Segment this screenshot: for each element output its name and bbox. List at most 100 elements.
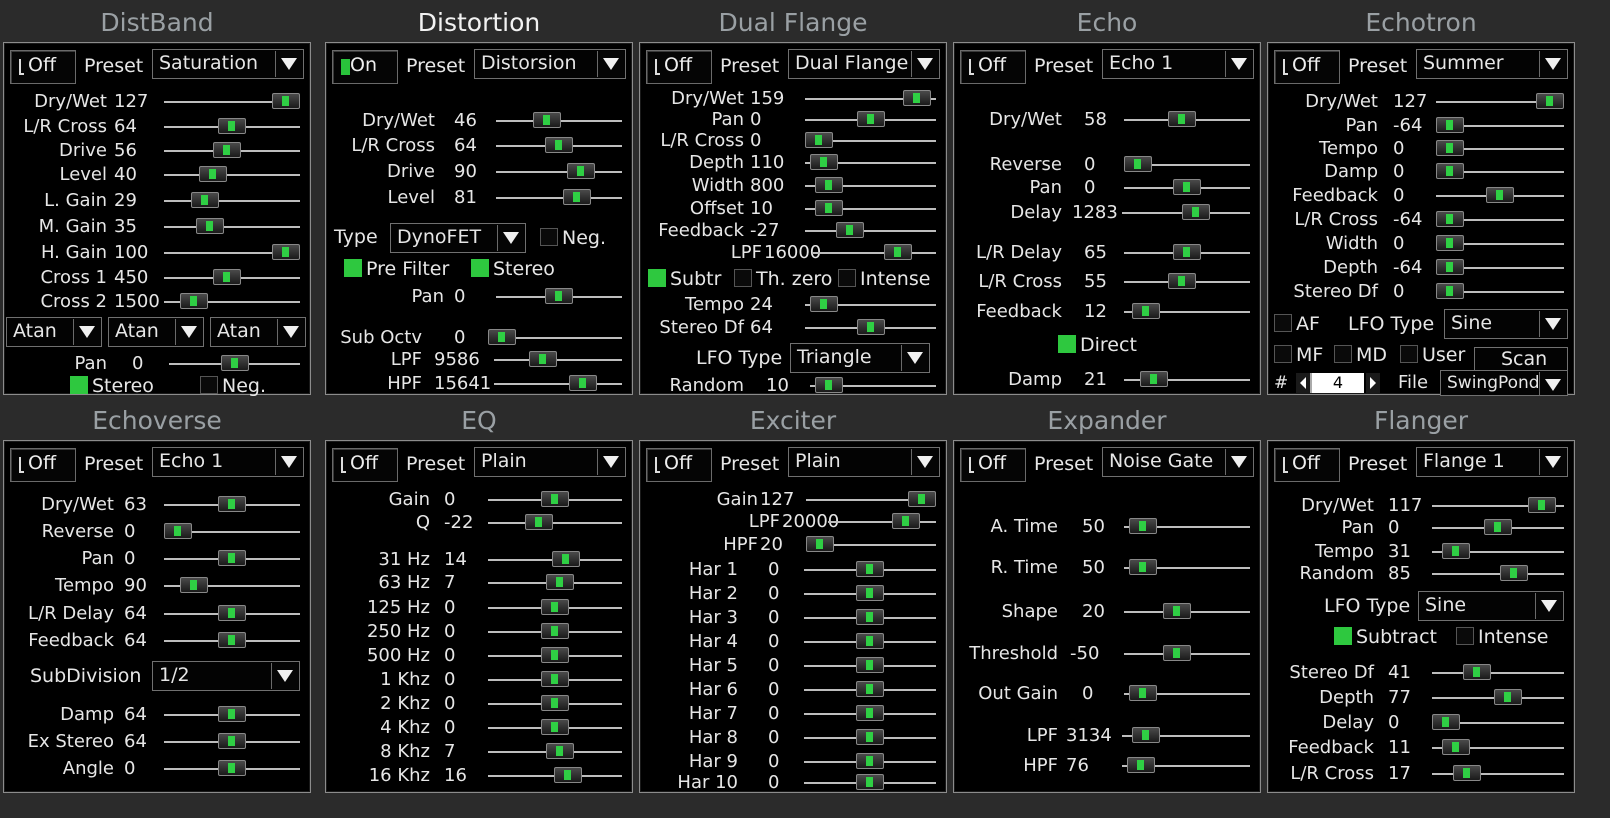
- slider-handle[interactable]: [1173, 179, 1201, 195]
- th-zero-checkbox-box[interactable]: [734, 269, 752, 287]
- slider-handle[interactable]: [1499, 565, 1528, 581]
- slider-handle[interactable]: [180, 577, 209, 593]
- preset-select[interactable]: Flange 1: [1416, 447, 1568, 477]
- slider-handle[interactable]: [218, 760, 246, 776]
- slider-handle[interactable]: [1128, 559, 1157, 575]
- slider-handle[interactable]: [856, 774, 884, 790]
- chevron-down-icon[interactable]: [275, 449, 302, 475]
- slider-handle[interactable]: [1128, 518, 1157, 534]
- slider-handle[interactable]: [220, 355, 249, 371]
- slider-track[interactable]: [494, 383, 622, 385]
- power-toggle-button[interactable]: Off: [332, 448, 398, 482]
- slider-handle[interactable]: [180, 293, 209, 309]
- slider-handle[interactable]: [1131, 303, 1160, 319]
- user-checkbox-box[interactable]: [1400, 345, 1418, 363]
- slider-handle[interactable]: [164, 523, 192, 539]
- slider-handle[interactable]: [198, 166, 227, 182]
- slider-handle[interactable]: [815, 200, 844, 216]
- slider-handle[interactable]: [551, 551, 580, 567]
- lfo-type-select[interactable]: Sine: [1418, 591, 1564, 621]
- slider-handle[interactable]: [856, 633, 884, 649]
- chevron-down-icon[interactable]: [497, 225, 524, 251]
- af-checkbox-box[interactable]: [1274, 314, 1292, 332]
- direct-checkbox-box[interactable]: [1058, 335, 1076, 353]
- slider-handle[interactable]: [856, 585, 884, 601]
- slider-handle[interactable]: [1163, 603, 1192, 619]
- slider-handle[interactable]: [856, 681, 884, 697]
- slider-handle[interactable]: [545, 288, 573, 304]
- slider-track[interactable]: [488, 522, 622, 524]
- slider-handle[interactable]: [1436, 211, 1464, 227]
- preset-select[interactable]: Dual Flange: [788, 49, 940, 79]
- slider-handle[interactable]: [856, 609, 884, 625]
- chevron-down-icon[interactable]: [1539, 372, 1566, 395]
- slider-handle[interactable]: [1484, 519, 1512, 535]
- power-toggle-button[interactable]: Off: [646, 448, 712, 482]
- slider-handle[interactable]: [1436, 140, 1464, 156]
- slider-handle[interactable]: [810, 154, 839, 170]
- md-checkbox-box[interactable]: [1334, 345, 1352, 363]
- slider-handle[interactable]: [566, 163, 595, 179]
- taps-value[interactable]: 4: [1312, 373, 1364, 393]
- slider-track[interactable]: [1432, 573, 1564, 575]
- slider-handle[interactable]: [805, 132, 833, 148]
- slider-handle[interactable]: [218, 118, 246, 134]
- slider-handle[interactable]: [1173, 244, 1201, 260]
- slider-handle[interactable]: [810, 296, 839, 312]
- preset-select[interactable]: Distorsion: [474, 49, 626, 79]
- slider-handle[interactable]: [1436, 259, 1464, 275]
- chevron-down-icon[interactable]: [901, 345, 928, 371]
- file-select[interactable]: SwingPond: [1440, 370, 1568, 396]
- slider-handle[interactable]: [1536, 93, 1564, 109]
- slider-handle[interactable]: [1432, 714, 1460, 730]
- scan-button[interactable]: Scan: [1474, 347, 1568, 371]
- lfo-type-select[interactable]: Sine: [1444, 309, 1568, 339]
- chevron-down-icon[interactable]: [597, 449, 624, 475]
- chevron-down-icon[interactable]: [1539, 449, 1566, 475]
- slider-handle[interactable]: [529, 351, 557, 367]
- slider-handle[interactable]: [553, 767, 582, 783]
- slider-handle[interactable]: [218, 550, 246, 566]
- slider-track[interactable]: [164, 200, 300, 202]
- slider-track[interactable]: [164, 174, 300, 176]
- stereo-checkbox-box[interactable]: [471, 259, 489, 277]
- slider-track[interactable]: [1432, 773, 1564, 775]
- slider-handle[interactable]: [1442, 739, 1471, 755]
- slider-track[interactable]: [496, 197, 622, 199]
- slider-handle[interactable]: [1168, 273, 1197, 289]
- chevron-down-icon[interactable]: [277, 319, 304, 345]
- chevron-down-icon[interactable]: [1225, 449, 1252, 475]
- slider-handle[interactable]: [1494, 689, 1523, 705]
- slider-handle[interactable]: [856, 657, 884, 673]
- slider-handle[interactable]: [902, 90, 931, 106]
- subtract-checkbox-box[interactable]: [1334, 627, 1352, 645]
- preset-select[interactable]: Summer: [1416, 49, 1568, 79]
- slider-handle[interactable]: [1139, 371, 1168, 387]
- slider-track[interactable]: [805, 230, 936, 232]
- slider-handle[interactable]: [856, 705, 884, 721]
- decrement-icon[interactable]: [1296, 373, 1312, 393]
- slider-handle[interactable]: [1452, 765, 1481, 781]
- slider-handle[interactable]: [1486, 187, 1514, 203]
- preset-select[interactable]: Echo 1: [152, 447, 304, 477]
- slider-handle[interactable]: [525, 514, 554, 530]
- chevron-down-icon[interactable]: [1539, 51, 1566, 77]
- neg-checkbox-box[interactable]: [200, 376, 218, 394]
- slider-handle[interactable]: [1463, 664, 1492, 680]
- slider-handle[interactable]: [218, 632, 246, 648]
- slider-handle[interactable]: [488, 329, 516, 345]
- slider-handle[interactable]: [908, 491, 936, 507]
- power-toggle-button[interactable]: Off: [1274, 50, 1340, 84]
- power-toggle-button[interactable]: Off: [960, 448, 1026, 482]
- slider-handle[interactable]: [546, 574, 575, 590]
- slider-handle[interactable]: [541, 647, 569, 663]
- slider-handle[interactable]: [1436, 117, 1464, 133]
- slider-track[interactable]: [494, 359, 622, 361]
- slider-handle[interactable]: [218, 605, 246, 621]
- slider-track[interactable]: [1432, 672, 1564, 674]
- preset-select[interactable]: Saturation: [152, 49, 304, 79]
- slider-handle[interactable]: [856, 319, 885, 335]
- subdivision-select[interactable]: 1/2: [152, 661, 300, 691]
- slider-handle[interactable]: [856, 111, 885, 127]
- slider-handle[interactable]: [541, 695, 569, 711]
